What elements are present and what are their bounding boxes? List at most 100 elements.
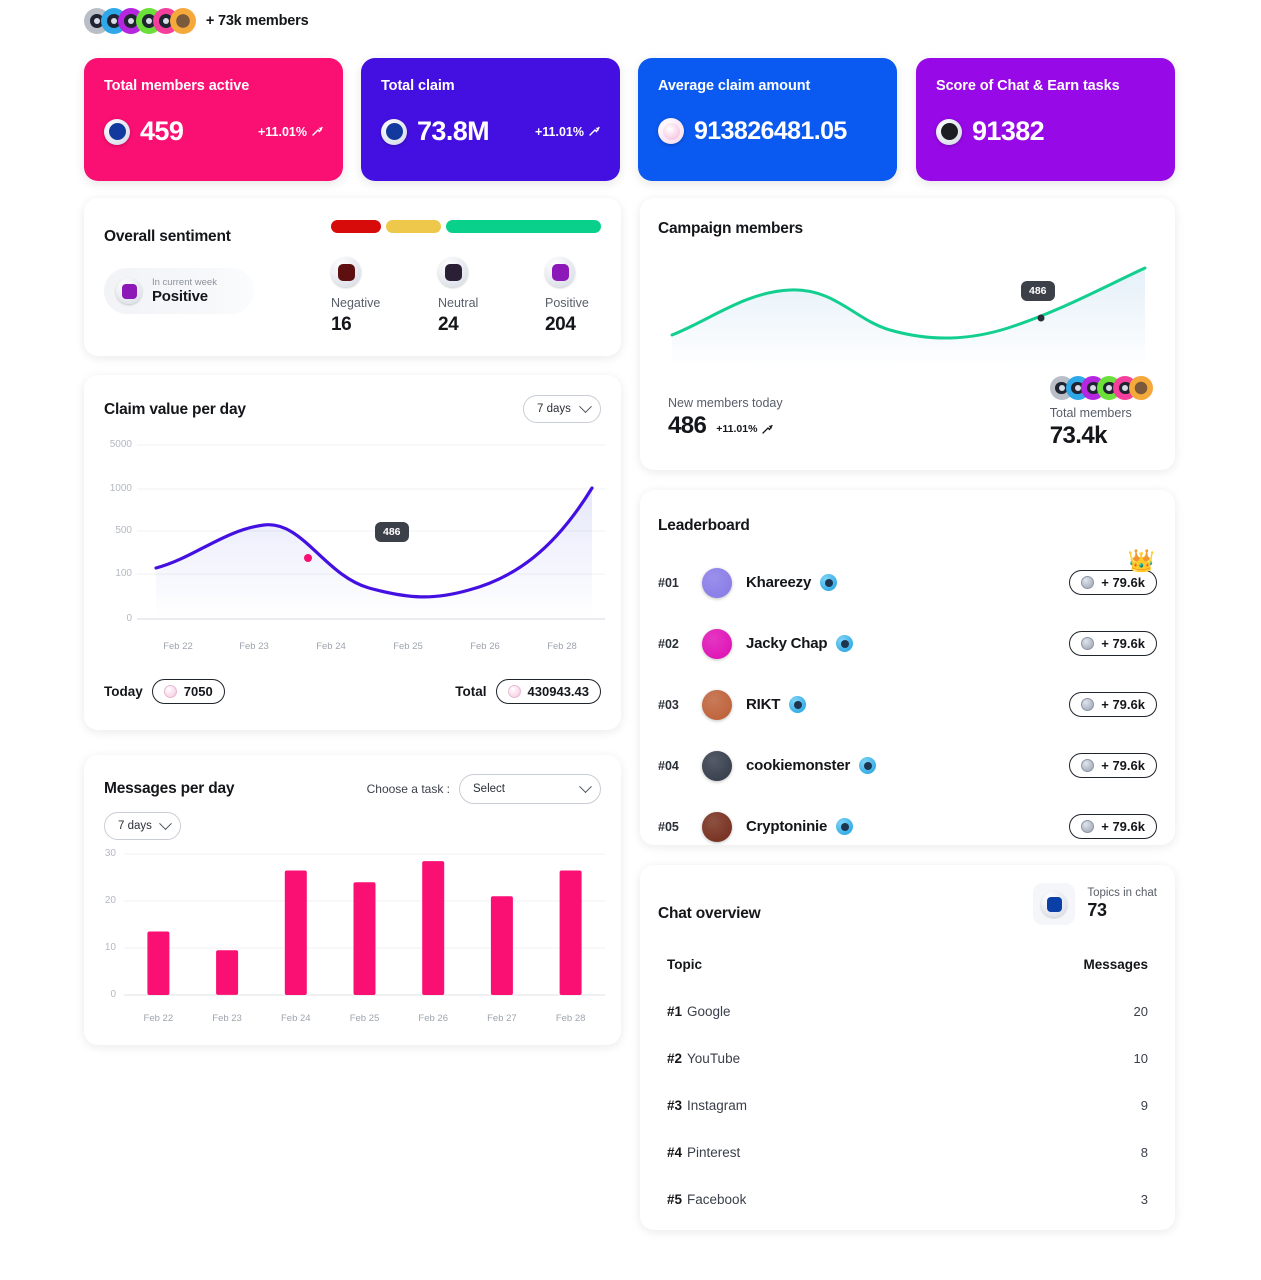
sentiment-segment-bar [331, 220, 652, 233]
topic-message-count: 20 [1133, 1004, 1148, 1019]
messages-x-tick: Feb 22 [143, 1013, 174, 1024]
topic-row[interactable]: #3 Instagram 9 [667, 1082, 1148, 1129]
trend-up-icon [762, 424, 774, 434]
leaderboard-row[interactable]: #02 Jacky Chap + 79.6k [658, 613, 1157, 674]
leaderboard-row[interactable]: #01 Khareezy 👑 + 79.6k [658, 550, 1157, 613]
topic-rank: #4 [667, 1145, 683, 1160]
claim-today-label: Today [104, 684, 143, 699]
new-members-value: 486 [668, 412, 707, 439]
topic-row[interactable]: #4 Pinterest 8 [667, 1129, 1148, 1176]
topic-table-header: Topic Messages [667, 957, 1148, 972]
token-icon [104, 118, 130, 145]
claim-chart-title: Claim value per day [104, 401, 246, 418]
topic-name: Instagram [687, 1098, 748, 1113]
claim-range-dropdown[interactable]: 7 days [523, 395, 601, 423]
negative-emoji-icon [331, 257, 361, 287]
messages-x-tick: Feb 23 [212, 1013, 242, 1024]
stat-value: 73.8M [417, 116, 490, 146]
topic-rank: #5 [667, 1192, 683, 1207]
leaderboard-row[interactable]: #03 RIKT + 79.6k [658, 674, 1157, 735]
leaderboard-score-badge: + 79.6k [1069, 814, 1157, 839]
claim-total-pill: 430943.43 [495, 679, 601, 704]
messages-bar [559, 870, 582, 995]
topic-message-count: 3 [1140, 1192, 1148, 1207]
neutral-emoji-icon [438, 257, 468, 287]
leaderboard-score-badge: + 79.6k [1069, 631, 1157, 656]
sentiment-column-value: 16 [331, 314, 352, 335]
verified-badge-icon [859, 757, 877, 774]
stat-delta: +11.01% [535, 125, 600, 139]
leaderboard-username: Khareezy [746, 574, 812, 591]
sentiment-column-label: Negative [331, 296, 381, 310]
leaderboard-score-badge: + 79.6k [1069, 753, 1157, 778]
members-count-label: + 73k members [205, 13, 309, 29]
topic-row[interactable]: #5 Facebook 3 [667, 1176, 1148, 1223]
messages-range-dropdown[interactable]: 7 days [104, 812, 181, 840]
task-select-dropdown[interactable]: Select [459, 774, 601, 804]
current-week-value: Positive [152, 288, 208, 306]
current-week-label: In current week [152, 276, 217, 288]
token-icon [658, 118, 684, 144]
sentiment-column-negative: Negative 16 [331, 257, 438, 336]
choose-task-group: Choose a task : Select [367, 774, 601, 804]
stat-card-total-claim[interactable]: Total claim 73.8M +11.01% [361, 58, 620, 181]
campaign-new-members: New members today 486 +11.01% [668, 396, 783, 438]
messages-chart-svg [124, 853, 605, 996]
token-icon [1081, 637, 1095, 650]
leaderboard-username: Jacky Chap [746, 635, 828, 652]
token-icon [1081, 759, 1095, 772]
stat-card-average-claim-amount[interactable]: Average claim amount 913826481.05 [638, 58, 897, 181]
stat-card-total-members-active[interactable]: Total members active 459 +11.01% [84, 58, 343, 181]
sentiment-column-value: 24 [438, 314, 459, 335]
campaign-line-chart: 486 [640, 248, 1175, 383]
campaign-total-members: Total members 73.4k [1049, 376, 1153, 450]
stat-card-score-chat-earn[interactable]: Score of Chat & Earn tasks 91382 [916, 58, 1175, 181]
header: + 73k members [84, 8, 309, 34]
leaderboard-username: Cryptoninie [746, 818, 828, 835]
topic-row[interactable]: #2 YouTube 10 [667, 1035, 1148, 1082]
stat-value: 459 [140, 116, 184, 146]
claim-line-chart: 5000 1000 500 100 0 486 [84, 430, 621, 655]
topic-name: Pinterest [687, 1145, 741, 1160]
member-avatar-stack [84, 8, 196, 34]
sentiment-column-label: Neutral [438, 296, 479, 310]
stat-delta: +11.01% [258, 125, 323, 139]
verified-badge-icon [836, 818, 854, 835]
messages-column-header: Messages [1083, 957, 1148, 972]
leaderboard-username: RIKT [746, 696, 781, 713]
chat-overview-card: Chat overview Topics in chat 73 Topic Me… [640, 865, 1175, 1230]
leaderboard-rank: #02 [658, 636, 679, 651]
stat-value: 91382 [972, 116, 1045, 146]
stat-title: Total members active [104, 78, 250, 94]
sentiment-column-value: 204 [545, 314, 576, 335]
leaderboard-row[interactable]: #04 cookiemonster + 79.6k [658, 735, 1157, 796]
leaderboard-username: cookiemonster [746, 757, 851, 774]
total-members-label: Total members [1049, 406, 1132, 420]
leaderboard-row[interactable]: #05 Cryptoninie + 79.6k [658, 796, 1157, 857]
topic-row[interactable]: #1 Google 20 [667, 988, 1148, 1035]
topic-rank: #3 [667, 1098, 683, 1113]
choose-task-label: Choose a task : [366, 782, 450, 796]
claim-x-tick: Feb 22 [163, 641, 193, 652]
sentiment-column-positive: Positive 204 [545, 257, 652, 336]
messages-bar [284, 870, 307, 995]
messages-bar [147, 931, 170, 995]
avatar [702, 811, 732, 842]
messages-bar [490, 896, 513, 995]
topic-name: Facebook [687, 1192, 747, 1207]
messages-bar [422, 861, 445, 995]
sentiment-bar-segment-1 [386, 220, 441, 233]
claim-range-value: 7 days [537, 403, 571, 415]
sentiment-breakdown: Negative 16 Neutral 24 Positive 204 [331, 257, 652, 336]
leaderboard-rank: #04 [658, 758, 679, 773]
sentiment-bar-segment-2 [446, 220, 601, 233]
avatar [702, 689, 732, 720]
leaderboard-score-value: + 79.6k [1101, 575, 1145, 590]
current-week-sentiment-pill: In current week Positive [104, 268, 254, 314]
chat-emoji-icon [1033, 883, 1076, 925]
leaderboard-title: Leaderboard [658, 517, 750, 534]
chevron-down-icon [579, 399, 592, 413]
token-icon [381, 118, 407, 145]
new-members-label: New members today [668, 396, 783, 410]
messages-bar [353, 882, 376, 995]
